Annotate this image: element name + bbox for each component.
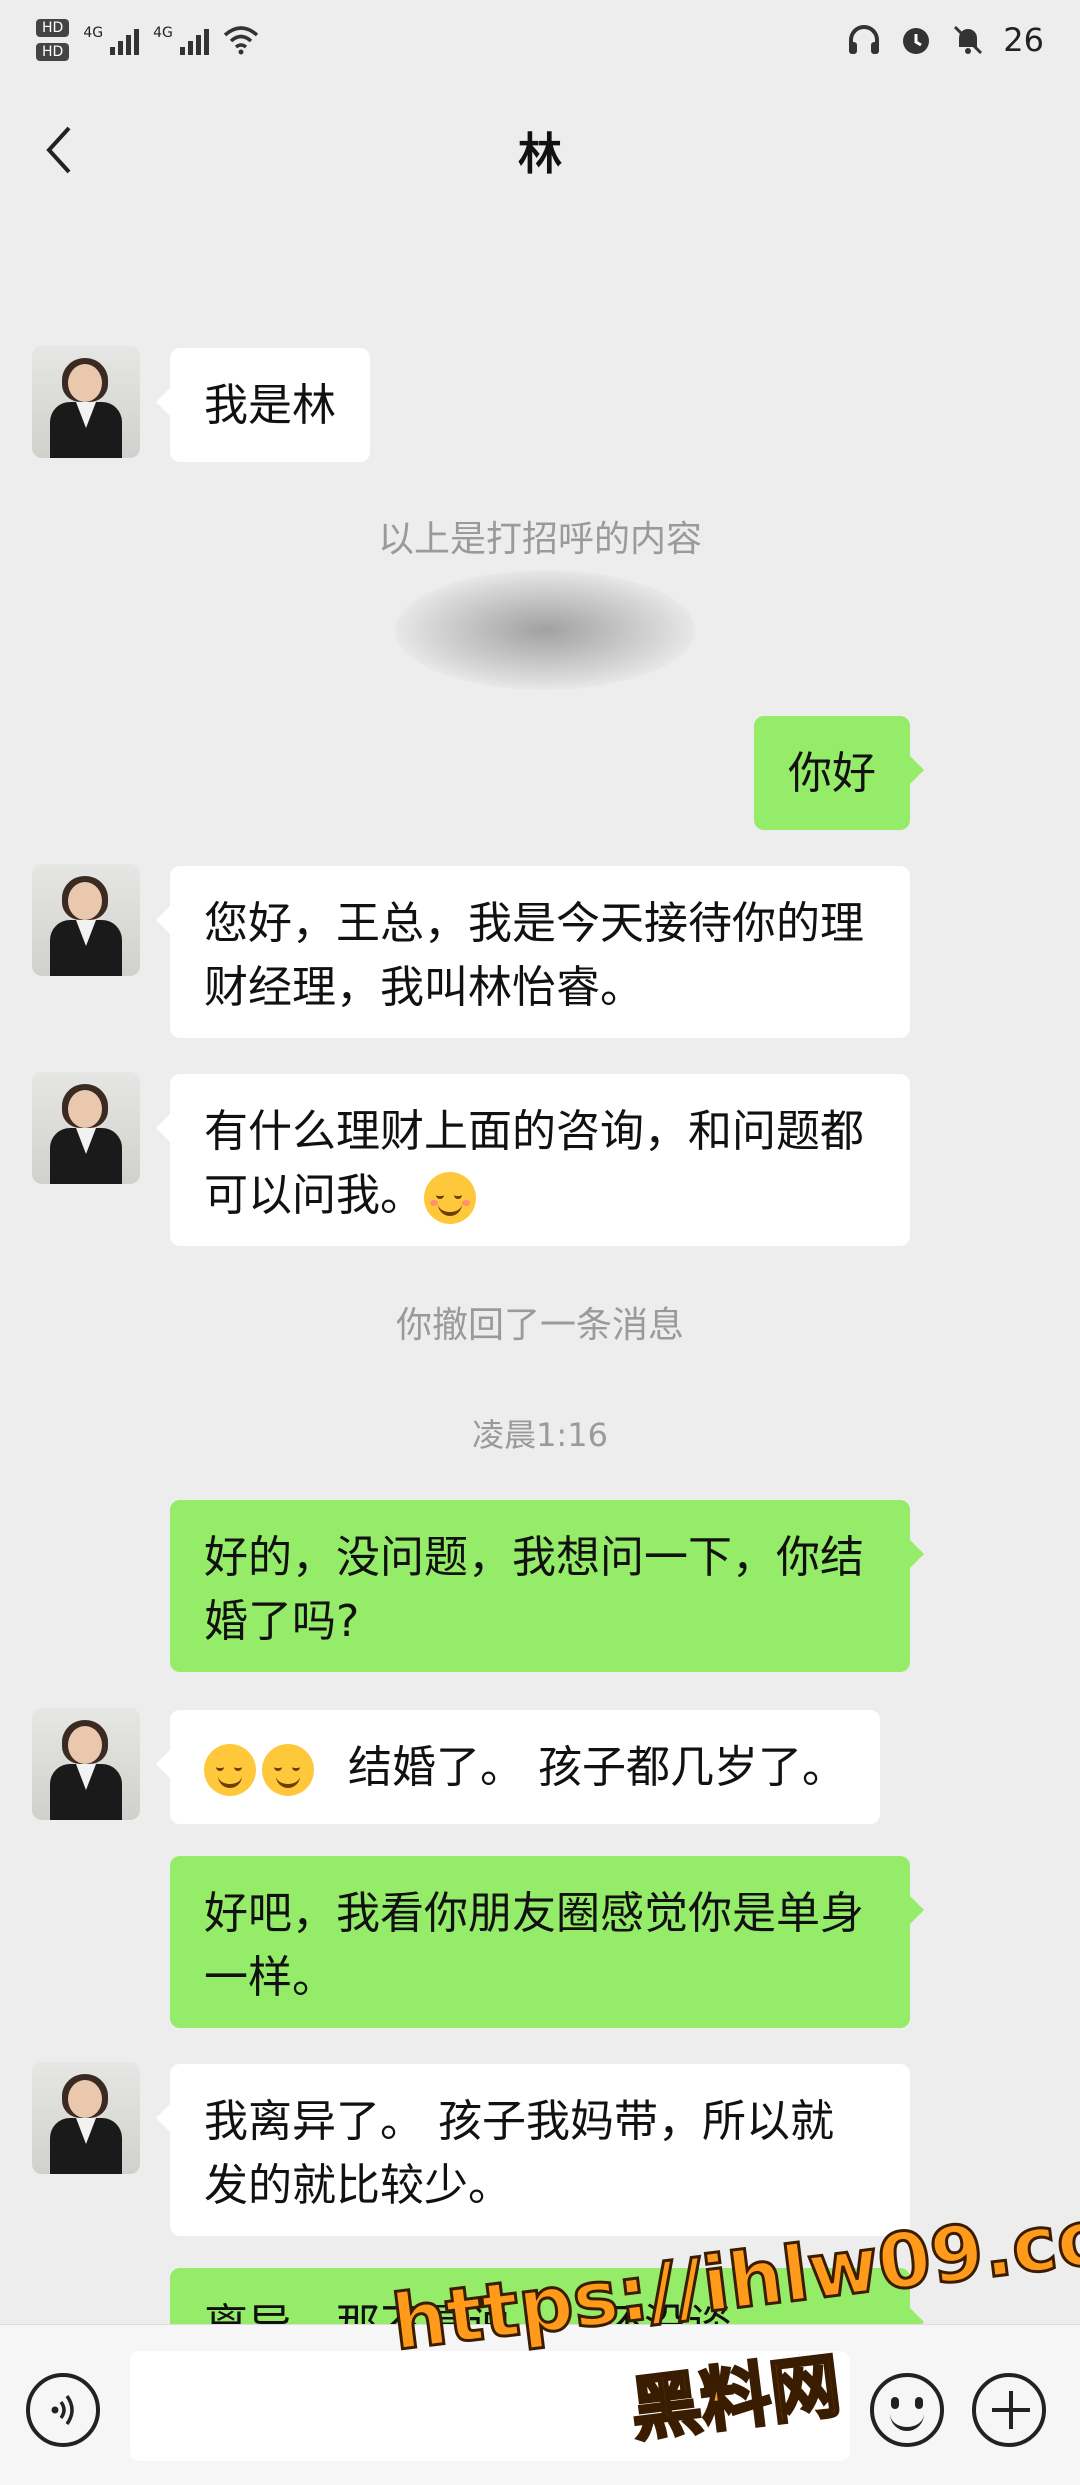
- back-icon: [46, 126, 71, 174]
- contact-avatar[interactable]: [32, 346, 140, 458]
- wifi-icon: [223, 26, 258, 55]
- signal-icon-1: 4G: [83, 25, 140, 55]
- status-bar: HD HD 4G 4G 26: [0, 0, 1080, 80]
- voice-icon: [51, 2394, 74, 2426]
- recall-notice: 你撤回了一条消息: [395, 1305, 684, 1346]
- alarm-icon: [903, 28, 930, 54]
- status-left: HD HD 4G 4G: [36, 19, 259, 61]
- contact-avatar[interactable]: [32, 2062, 140, 2174]
- signal-icon-2: 4G: [153, 25, 209, 55]
- greeting-note: 以上是打招呼的内容: [377, 519, 702, 560]
- back-button[interactable]: [26, 118, 90, 182]
- message-bubble-received[interactable]: 我离异了。 孩子我妈带，所以就发的就比较少。: [156, 2064, 910, 2236]
- message-bubble-received[interactable]: 您好，王总，我是今天接待你的理财经理，我叫林怡睿。: [156, 866, 910, 1038]
- sim1-badge: HD: [36, 19, 70, 37]
- message-bubble-received[interactable]: 我是林: [156, 348, 370, 462]
- plus-button[interactable]: [972, 2373, 1046, 2447]
- timestamp: 凌晨1:16: [472, 1416, 608, 1454]
- contact-avatar[interactable]: [32, 1072, 140, 1184]
- sim2-badge: HD: [36, 43, 70, 61]
- smile-emoji-icon: [424, 1172, 476, 1224]
- mute-icon: [954, 25, 983, 55]
- emoji-button[interactable]: [870, 2373, 944, 2447]
- message-text: 结婚了。 孩子都几岁了。: [348, 1742, 846, 1793]
- message-text: 有什么理财上面的咨询，和问题都可以问我。: [204, 1106, 864, 1221]
- message-bubble-received[interactable]: 有什么理财上面的咨询，和问题都可以问我。: [156, 1074, 910, 1246]
- message-bubble-sent[interactable]: 你好: [754, 716, 924, 830]
- headphones-icon: [849, 25, 880, 54]
- voice-button[interactable]: [26, 2373, 100, 2447]
- message-bubble-sent[interactable]: 好吧，我看你朋友圈感觉你是单身一样。: [170, 1856, 924, 2028]
- battery-level: 26: [1003, 21, 1044, 59]
- message-bubble-received[interactable]: 结婚了。 孩子都几岁了。: [156, 1710, 880, 1824]
- chat-header: 林: [0, 80, 1080, 220]
- yawn-emoji-icon: [204, 1744, 256, 1796]
- contact-avatar[interactable]: [32, 1708, 140, 1820]
- redacted-smudge: [395, 570, 695, 690]
- sim-badges: HD HD: [36, 19, 70, 61]
- contact-avatar[interactable]: [32, 864, 140, 976]
- yawn-emoji-icon: [262, 1744, 314, 1796]
- status-right: 26: [847, 21, 1044, 59]
- chat-title: 林: [518, 129, 562, 180]
- message-bubble-sent[interactable]: 好的，没问题，我想问一下，你结婚了吗?: [170, 1500, 924, 1672]
